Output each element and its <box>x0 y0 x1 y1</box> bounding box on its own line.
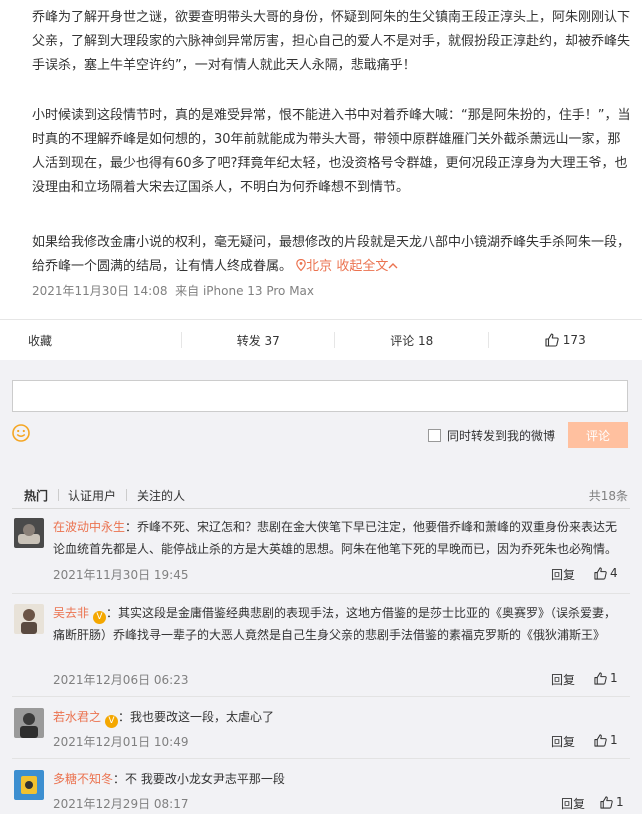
tab-verified[interactable]: 认证用户 <box>68 487 116 504</box>
tab-hot[interactable]: 热门 <box>24 487 48 504</box>
comment-body: ：我也要改这一段，太虐心了 <box>118 710 275 724</box>
comment-input[interactable] <box>12 380 628 412</box>
comment-like-button[interactable]: 4 <box>594 566 618 580</box>
reply-button[interactable]: 回复 <box>561 795 585 812</box>
post-paragraph-2: 小时候读到这段情节时，真的是难受异常，恨不能进入书中对着乔峰大喊：“那是阿朱扮的… <box>32 108 631 195</box>
submit-comment-button[interactable]: 评论 <box>568 422 628 448</box>
comment-text: 若水君之 V ：我也要改这一段，太虐心了 <box>53 706 628 728</box>
comment-time: 2021年12月01日 10:49 <box>53 735 189 749</box>
comment-like-count: 1 <box>610 671 618 685</box>
comment-username[interactable]: 在波动中永生 <box>53 520 125 534</box>
comment-text: 多糖不知冬：不 我要改小龙女尹志平那一段 <box>53 768 628 790</box>
collect-label: 收藏 <box>28 333 53 348</box>
comment-body: ：其实这段是金庸借鉴经典悲剧的表现手法，这地方借鉴的是莎士比亚的《奥赛罗》（误杀… <box>53 606 617 642</box>
comment-total: 共18条 <box>588 489 628 503</box>
thumbs-up-icon <box>594 733 607 747</box>
emoji-icon[interactable] <box>12 424 30 442</box>
comment-divider <box>12 758 630 759</box>
reply-button[interactable]: 回复 <box>551 733 575 750</box>
reply-button[interactable]: 回复 <box>551 566 575 583</box>
comment-body: ：乔峰不死、宋辽怎和？悲剧在金大侠笔下早已注定，他要借乔峰和萧峰的双重身份来表达… <box>53 520 618 556</box>
forward-button[interactable]: 转发 37 <box>182 320 336 360</box>
comment-label: 评论 18 <box>390 333 434 348</box>
location-icon <box>296 258 306 272</box>
comment-time: 2021年12月06日 06:23 <box>53 673 189 687</box>
forward-option-label: 同时转发到我的微博 <box>447 429 556 443</box>
thumbs-up-icon <box>594 566 607 580</box>
avatar[interactable] <box>14 518 44 548</box>
comment-username[interactable]: 若水君之 <box>53 710 101 724</box>
comment-text: 在波动中永生：乔峰不死、宋辽怎和？悲剧在金大侠笔下早已注定，他要借乔峰和萧峰的双… <box>53 516 628 560</box>
comment-text: 吴去非 V ：其实这段是金庸借鉴经典悲剧的表现手法，这地方借鉴的是莎士比亚的《奥赛罗… <box>53 602 628 646</box>
forward-label: 转发 37 <box>236 333 280 348</box>
comment-tabs: 热门 认证用户 关注的人 共18条 <box>0 480 642 509</box>
post-paragraph-1: 乔峰为了解开身世之谜，欲要查明带头大哥的身份，怀疑到阿朱的生父镇南王段正淳头上，… <box>32 10 631 73</box>
avatar[interactable] <box>14 708 44 738</box>
comment-like-button[interactable]: 1 <box>594 733 618 747</box>
chevron-up-icon <box>388 263 398 269</box>
thumbs-up-icon <box>600 795 613 809</box>
tabs-divider <box>12 508 630 509</box>
thumbs-up-icon <box>545 333 559 347</box>
comment-divider <box>12 593 630 594</box>
collapse-label: 收起全文 <box>336 259 389 274</box>
collect-button[interactable]: 收藏 <box>0 320 182 360</box>
post-paragraph-3: 如果给我修改金庸小说的权利，毫无疑问，最想修改的片段就是天龙八部中小镜湖乔峰失手… <box>32 231 632 279</box>
comment-like-count: 1 <box>610 733 618 747</box>
avatar[interactable] <box>14 604 44 634</box>
avatar[interactable] <box>14 770 44 800</box>
collapse-link[interactable]: 收起全文 <box>336 259 398 274</box>
comment-button[interactable]: 评论 18 <box>335 320 489 360</box>
comment-panel: 同时转发到我的微博 评论 热门 认证用户 关注的人 共18条 在波动中永生：乔峰… <box>0 360 642 814</box>
like-count: 173 <box>562 333 586 347</box>
comment-like-button[interactable]: 1 <box>594 671 618 685</box>
comment-like-button[interactable]: 1 <box>600 795 624 809</box>
post-source: 来自 iPhone 13 Pro Max <box>175 284 315 298</box>
reply-button[interactable]: 回复 <box>551 671 575 688</box>
comment-time: 2021年12月29日 08:17 <box>53 797 189 811</box>
thumbs-up-icon <box>594 671 607 685</box>
comment-body: ：不 我要改小龙女尹志平那一段 <box>113 772 285 786</box>
comment-username[interactable]: 多糖不知冬 <box>53 772 113 786</box>
vip-badge-icon: V <box>93 611 107 624</box>
comment-like-count: 4 <box>610 566 618 580</box>
comment-like-count: 1 <box>616 795 624 809</box>
comment-username[interactable]: 吴去非 <box>53 606 89 620</box>
comment-time: 2021年11月30日 19:45 <box>53 568 189 582</box>
location-label: 北京 <box>306 259 333 274</box>
forward-checkbox[interactable] <box>428 429 441 442</box>
tab-following[interactable]: 关注的人 <box>137 487 185 504</box>
comment-divider <box>12 696 630 697</box>
post-meta: 2021年11月30日 14:08 来自 iPhone 13 Pro Max <box>32 282 314 299</box>
location-link[interactable]: 北京 <box>296 258 333 274</box>
vip-badge-icon: V <box>105 715 119 728</box>
action-bar: 收藏 转发 37 评论 18 173 <box>0 319 642 361</box>
post-time[interactable]: 2021年11月30日 14:08 <box>32 284 167 298</box>
tab-divider <box>58 489 59 501</box>
forward-option[interactable]: 同时转发到我的微博 <box>428 427 555 444</box>
like-button[interactable]: 173 <box>489 320 642 360</box>
tab-divider <box>126 489 127 501</box>
